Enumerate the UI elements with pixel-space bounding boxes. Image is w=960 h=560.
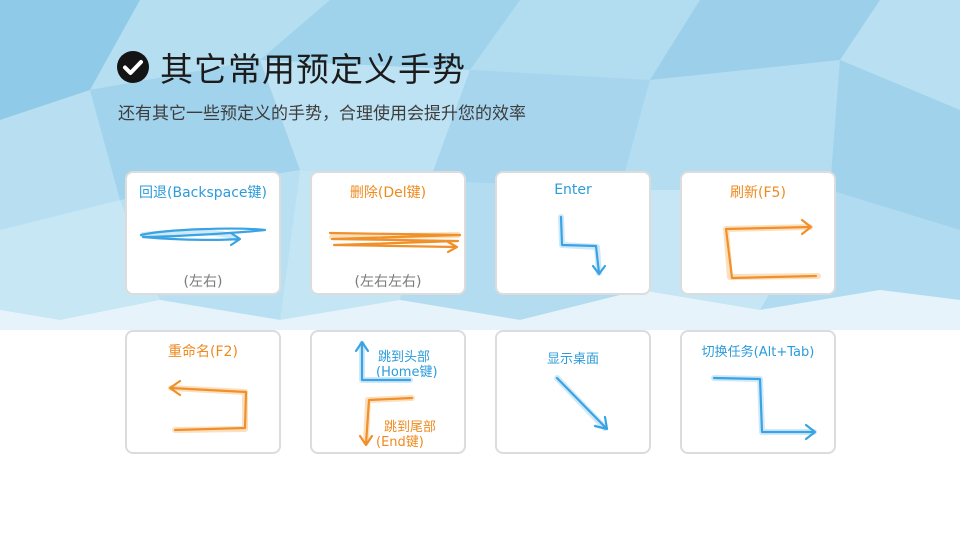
gesture-card-home-end: 跳到头部 (Home键) 跳到尾部 (End键)	[310, 330, 466, 454]
down-right-down-stroke-icon	[558, 214, 607, 276]
page-title: 其它常用预定义手势	[160, 50, 466, 89]
slide: 其它常用预定义手势 还有其它一些预定义的手势，合理使用会提升您的效率 回退(Ba…	[0, 0, 960, 560]
gesture-card-delete: 删除(Del键) (左右左右)	[310, 171, 466, 295]
return-left-stroke-icon	[168, 379, 248, 433]
up-down-stroke-icon	[354, 340, 415, 447]
checkmark-circle-icon	[117, 51, 149, 83]
title-row: 其它常用预定义手势	[116, 44, 466, 90]
diagonal-down-right-stroke-icon	[554, 375, 609, 431]
gesture-note: (左右)	[183, 274, 223, 290]
switch-task-stroke-icon	[711, 375, 817, 441]
gesture-card-rename: 重命名(F2)	[125, 330, 281, 454]
gesture-card-backspace: 回退(Backspace键) (左右)	[125, 171, 281, 295]
gesture-card-switch-task: 切换任务(Alt+Tab)	[680, 330, 836, 454]
gesture-card-show-desktop: 显示桌面	[495, 330, 651, 454]
page-subtitle: 还有其它一些预定义的手势，合理使用会提升您的效率	[118, 104, 526, 124]
gesture-card-enter: Enter	[495, 171, 651, 295]
gesture-note: (左右左右)	[354, 274, 422, 290]
refresh-stroke-icon	[723, 218, 821, 280]
gesture-card-refresh: 刷新(F5)	[680, 171, 836, 295]
